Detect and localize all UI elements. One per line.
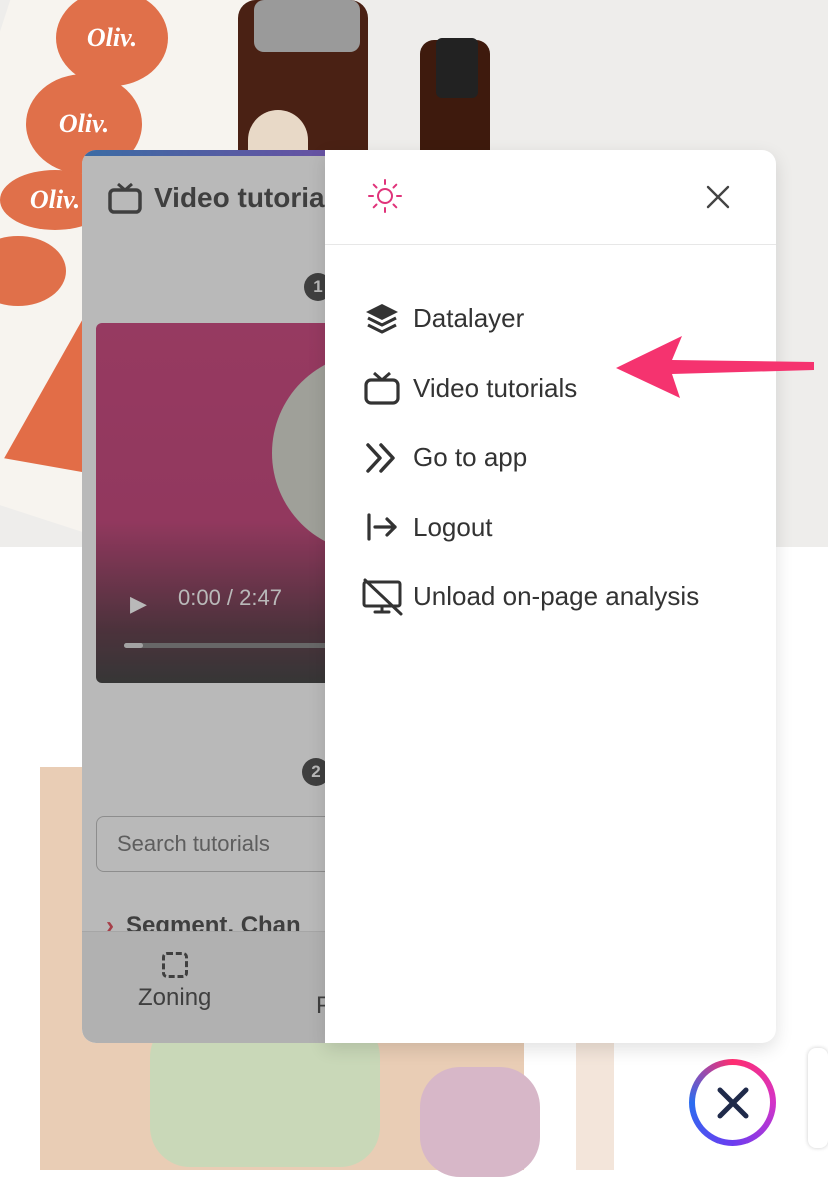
background-card-edge (808, 1048, 828, 1148)
spray-head (436, 38, 478, 98)
menu-item-label: Video tutorials (413, 372, 578, 403)
menu-item-go-to-app[interactable]: Go to app (361, 423, 699, 493)
menu-item-label: Unload on-page analysis (413, 581, 700, 612)
menu-header (325, 150, 776, 245)
main-menu: Datalayer Video tutorials Go to app Logo… (325, 150, 776, 1043)
layers-icon (361, 298, 403, 340)
menu-item-unload-analysis[interactable]: Unload on-page analysis (361, 562, 699, 632)
close-icon (717, 1087, 748, 1118)
tv-icon (361, 367, 403, 409)
jar-lid (254, 0, 360, 52)
annotation-arrow-icon (616, 336, 814, 398)
logout-icon (361, 506, 403, 548)
monitor-off-icon (361, 576, 403, 618)
sun-icon[interactable] (367, 178, 403, 214)
fab-inner (695, 1065, 770, 1140)
background-photo-edge (576, 1043, 614, 1170)
close-icon[interactable] (705, 184, 731, 210)
floating-close-button[interactable] (689, 1059, 776, 1146)
double-chevron-right-icon (361, 437, 403, 479)
pink-sticker (420, 1067, 540, 1177)
menu-item-logout[interactable]: Logout (361, 493, 699, 563)
menu-item-label: Datalayer (413, 303, 525, 334)
menu-item-label: Logout (413, 511, 493, 542)
menu-item-label: Go to app (413, 442, 528, 473)
